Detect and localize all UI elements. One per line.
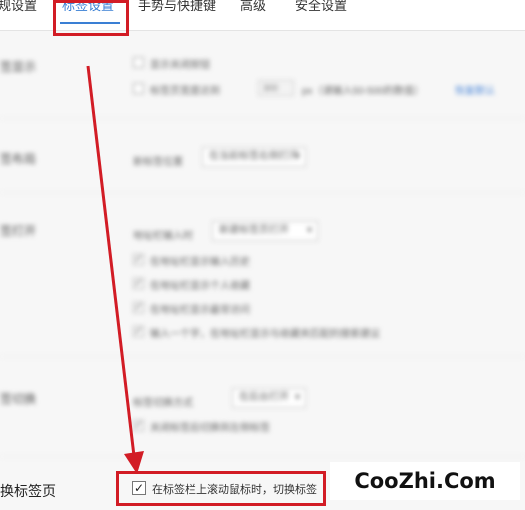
arrow-head (124, 451, 144, 474)
arrow-shaft (86, 65, 136, 457)
annotation-arrow (86, 65, 144, 474)
